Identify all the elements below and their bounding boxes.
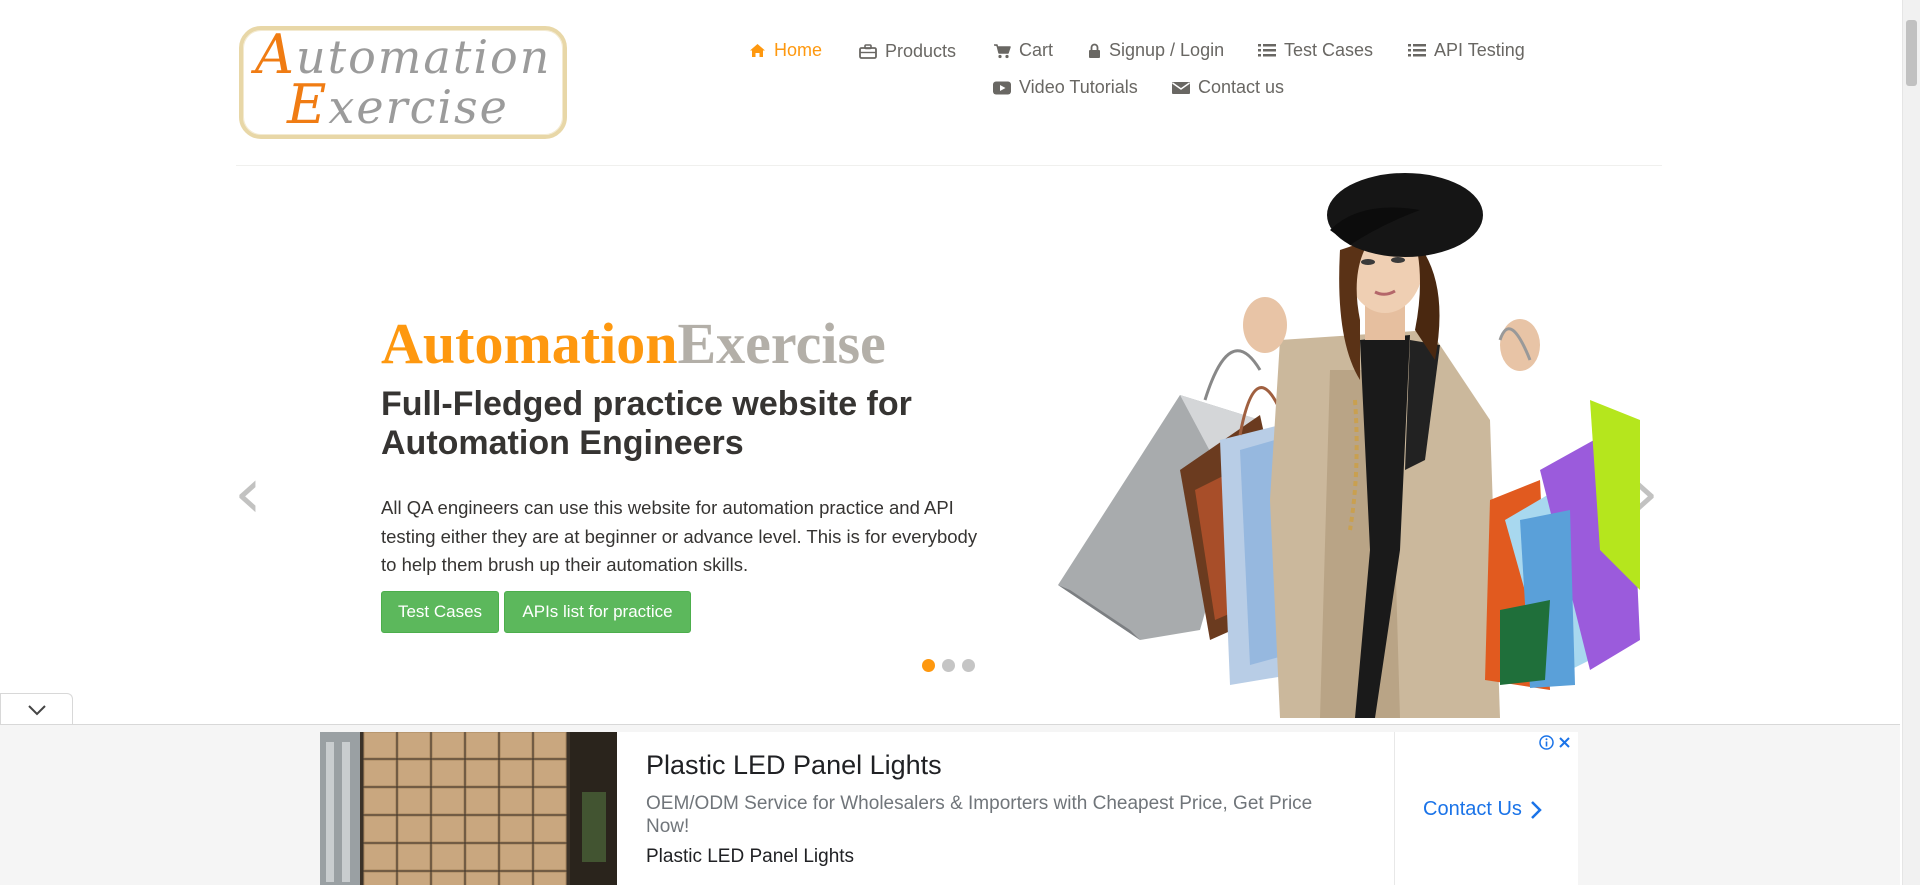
chevron-right-icon bbox=[1531, 800, 1542, 819]
apis-list-button[interactable]: APIs list for practice bbox=[504, 591, 691, 633]
ad-description: OEM/ODM Service for Wholesalers & Import… bbox=[646, 793, 1313, 837]
info-icon[interactable] bbox=[1539, 735, 1554, 750]
youtube-icon bbox=[993, 81, 1011, 94]
briefcase-icon bbox=[859, 44, 877, 59]
slider-indicators bbox=[922, 659, 975, 672]
home-icon bbox=[750, 44, 765, 57]
ad-collapse-button[interactable] bbox=[0, 693, 73, 725]
chevron-down-icon bbox=[27, 704, 46, 715]
list-icon bbox=[1258, 44, 1276, 57]
slider-prev-button[interactable]: ‹ bbox=[234, 458, 262, 528]
chevron-left-icon: ‹ bbox=[234, 452, 262, 534]
nav-contact-us-label: Contact us bbox=[1198, 77, 1285, 97]
slider-dot-2[interactable] bbox=[942, 659, 955, 672]
bottom-ad[interactable]: Plastic LED Panel Lights OEM/ODM Service… bbox=[320, 732, 1578, 885]
page: Automation Exercise Home Products Cart S… bbox=[0, 0, 1920, 885]
slider-dot-1[interactable] bbox=[922, 659, 935, 672]
nav-contact-us[interactable]: Contact us bbox=[1172, 77, 1284, 98]
scrollbar-thumb[interactable] bbox=[1906, 20, 1917, 86]
test-cases-button[interactable]: Test Cases bbox=[381, 591, 499, 633]
nav-signup-login-label: Signup / Login bbox=[1109, 40, 1225, 60]
list-icon bbox=[1408, 44, 1426, 57]
slide-description: All QA engineers can use this website fo… bbox=[381, 497, 978, 575]
vertical-scrollbar[interactable] bbox=[1902, 0, 1920, 885]
nav-video-tutorials-label: Video Tutorials bbox=[1019, 77, 1138, 97]
ad-contact-us-button[interactable]: Contact Us bbox=[1423, 798, 1542, 821]
ad-image[interactable] bbox=[320, 732, 617, 885]
cart-icon bbox=[994, 43, 1011, 58]
nav-test-cases[interactable]: Test Cases bbox=[1258, 40, 1373, 61]
nav-api-testing-label: API Testing bbox=[1434, 40, 1525, 60]
nav-home[interactable]: Home bbox=[749, 40, 822, 61]
nav-cart-label: Cart bbox=[1019, 40, 1054, 60]
nav-products-label: Products bbox=[885, 41, 957, 61]
logo-line-2: Exercise bbox=[287, 73, 509, 136]
ad-title[interactable]: Plastic LED Panel Lights bbox=[646, 750, 942, 781]
nav-home-label: Home bbox=[774, 40, 823, 60]
ad-source: Plastic LED Panel Lights bbox=[646, 846, 855, 867]
lock-icon bbox=[1089, 43, 1100, 58]
ad-info-controls bbox=[1539, 735, 1571, 750]
slide-heading: Full-Fledged practice website for Automa… bbox=[381, 385, 912, 462]
header-divider bbox=[236, 165, 1662, 166]
site-logo[interactable]: Automation Exercise bbox=[239, 26, 567, 139]
slide-brand-heading: AutomationExercise bbox=[381, 311, 886, 376]
nav-api-testing[interactable]: API Testing bbox=[1408, 40, 1525, 61]
nav-products[interactable]: Products bbox=[859, 41, 956, 62]
slider-dot-3[interactable] bbox=[962, 659, 975, 672]
nav-cart[interactable]: Cart bbox=[993, 40, 1053, 61]
nav-video-tutorials[interactable]: Video Tutorials bbox=[993, 77, 1138, 98]
close-icon[interactable] bbox=[1558, 736, 1571, 749]
ad-contact-us-label: Contact Us bbox=[1423, 798, 1522, 820]
nav-signup-login[interactable]: Signup / Login bbox=[1088, 40, 1224, 61]
nav-test-cases-label: Test Cases bbox=[1284, 40, 1374, 60]
envelope-icon bbox=[1172, 81, 1190, 94]
hero-girl-image bbox=[1030, 170, 1640, 718]
